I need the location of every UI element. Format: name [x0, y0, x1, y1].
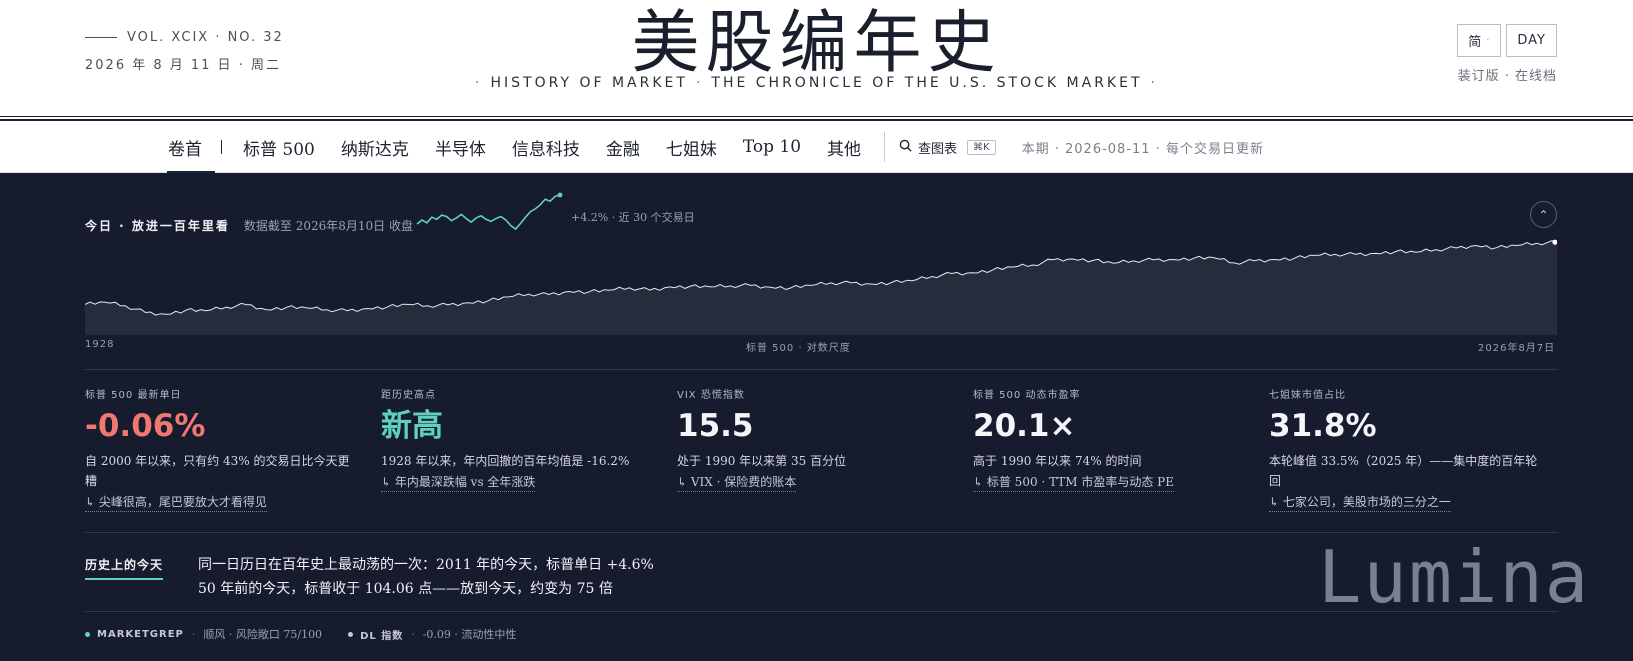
- search-icon: [899, 139, 912, 156]
- sparkline-end-marker: [557, 192, 563, 198]
- stat-description: 自 2000 年以来，只有约 43% 的交易日比今天更糟: [85, 454, 350, 488]
- stat-description: 高于 1990 年以来 74% 的时间: [973, 454, 1142, 468]
- nav-item-home[interactable]: 卷首: [155, 121, 215, 173]
- chevron-up-icon: ⌃: [1538, 207, 1549, 222]
- stat-mag7-share: 七姐妹市值占比 31.8% 本轮峰值 33.5%（2025 年）——集中度的百年…: [1269, 386, 1565, 512]
- section-divider: [85, 611, 1557, 612]
- status-dot-icon: [85, 631, 90, 637]
- nav-item-other[interactable]: 其他: [814, 121, 874, 173]
- issue-info: 本期 · 2026-08-11 · 每个交易日更新: [1021, 141, 1264, 157]
- stat-sp500-daily: 标普 500 最新单日 -0.06% 自 2000 年以来，只有约 43% 的交…: [85, 386, 381, 512]
- chart-search-button[interactable]: 查图表 ⌘K: [899, 138, 996, 157]
- site-title[interactable]: 美股编年史: [0, 6, 1633, 82]
- theme-toggle-button[interactable]: DAY: [1506, 24, 1557, 57]
- status-dot-icon: [348, 631, 354, 637]
- lumina-watermark: Lumina: [1318, 535, 1591, 619]
- shortcut-badge: ⌘K: [967, 139, 996, 155]
- century-line-chart[interactable]: [85, 231, 1557, 335]
- nav-item-finance[interactable]: 金融: [593, 121, 653, 173]
- nav-divider: [884, 132, 886, 162]
- masthead-rule: [0, 116, 1633, 117]
- axis-start-label: 1928: [85, 339, 115, 350]
- stat-label: 距历史高点: [381, 390, 436, 401]
- stat-link[interactable]: ↳ VIX · 保险费的账本: [677, 474, 797, 492]
- stat-label: 标普 500 最新单日: [85, 390, 182, 401]
- nav-item-magnificent-seven[interactable]: 七姐妹: [653, 121, 730, 173]
- stat-value: 15.5: [677, 408, 754, 444]
- stat-value: 31.8%: [1269, 408, 1377, 444]
- stat-forward-pe: 标普 500 动态市盈率 20.1× 高于 1990 年以来 74% 的时间 ↳…: [973, 386, 1269, 512]
- stat-vix: VIX 恐慌指数 15.5 处于 1990 年以来第 35 百分位 ↳ VIX …: [677, 386, 973, 512]
- stat-link[interactable]: ↳ 标普 500 · TTM 市盈率与动态 PE: [973, 474, 1175, 492]
- indicator-footer: MARKETGREP · 顺风 · 风险敞口 75/100 DL 指数 · -0…: [85, 626, 516, 642]
- subtitle-left: HISTORY OF MARKET: [490, 75, 688, 91]
- language-label: 简: [1468, 35, 1483, 50]
- stat-value: 20.1×: [973, 408, 1076, 444]
- stat-label: 七姐妹市值占比: [1269, 390, 1346, 401]
- indicator-value: 顺风 · 风险敞口 75/100: [203, 628, 323, 641]
- stat-label: VIX 恐慌指数: [677, 390, 745, 401]
- stats-row: 标普 500 最新单日 -0.06% 自 2000 年以来，只有约 43% 的交…: [85, 386, 1565, 512]
- language-toggle-button[interactable]: 简 ·: [1457, 24, 1502, 57]
- site-subtitle: · HISTORY OF MARKET · THE CHRONICLE OF THE …: [475, 75, 1158, 91]
- axis-scale-label: 标普 500 · 对数尺度: [746, 343, 851, 354]
- masthead-controls: 简 · DAY 装订版 · 在线档: [1457, 24, 1557, 84]
- sparkline-chart[interactable]: [413, 191, 568, 233]
- nav-item-sp500[interactable]: 标普 500: [230, 121, 328, 173]
- section-divider: [85, 369, 1557, 370]
- indicator-value: -0.09 · 流动性中性: [422, 628, 517, 641]
- sparkline-series-line: [416, 194, 561, 231]
- on-this-day-line: 50 年前的今天，标普收于 104.06 点——放到今天，约变为 75 倍: [198, 581, 613, 597]
- indicator-name[interactable]: MARKETGREP: [97, 629, 184, 640]
- main-nav: 卷首 标普 500 纳斯达克 半导体 信息科技 金融 七姐妹 Top 10 其他…: [0, 121, 1633, 173]
- dot-icon: ·: [1486, 35, 1491, 46]
- nav-item-info-tech[interactable]: 信息科技: [499, 121, 593, 173]
- nav-tick: [221, 140, 222, 154]
- collapse-button[interactable]: ⌃: [1530, 201, 1557, 228]
- stat-description: 1928 年以来，年内回撤的百年均值是 -16.2%: [381, 454, 630, 468]
- on-this-day-text: 同一日历日在百年史上最动荡的一次：2011 年的今天，标普单日 +4.6% 50…: [198, 553, 654, 601]
- subtitle-right: THE CHRONICLE OF THE U.S. STOCK MARKET: [711, 75, 1143, 91]
- on-this-day-line: 同一日历日在百年史上最动荡的一次：2011 年的今天，标普单日 +4.6%: [198, 557, 654, 573]
- today-panel: 今日 · 放进一百年里看 数据截至 2026年8月10日 收盘 +4.2% · …: [0, 173, 1633, 661]
- stat-link[interactable]: ↳ 尖峰很高，尾巴要放大才看得见: [85, 494, 267, 512]
- stat-drawdown: 距历史高点 新高 1928 年以来，年内回撤的百年均值是 -16.2% ↳ 年内…: [381, 386, 677, 512]
- stat-value: 新高: [381, 408, 443, 444]
- axis-end-label: 2026年8月7日: [1478, 343, 1556, 354]
- sparkline-note: +4.2% · 近 30 个交易日: [571, 211, 695, 224]
- edition-label: 装订版 · 在线档: [1457, 69, 1557, 84]
- indicator-name[interactable]: DL 指数: [360, 627, 403, 642]
- nav-item-semiconductor[interactable]: 半导体: [422, 121, 499, 173]
- nav-item-nasdaq[interactable]: 纳斯达克: [328, 121, 422, 173]
- search-label: 查图表: [918, 141, 958, 157]
- stat-value: -0.06%: [85, 408, 206, 444]
- stat-label: 标普 500 动态市盈率: [973, 390, 1081, 401]
- on-this-day-label: 历史上的今天: [85, 556, 164, 580]
- stat-link[interactable]: ↳ 七家公司，美股市场的三分之一: [1269, 494, 1451, 512]
- nav-item-top10[interactable]: Top 10: [730, 121, 814, 173]
- masthead: VOL. XCIX · NO. 32 2026 年 8 月 11 日 · 周二 …: [0, 0, 1633, 117]
- stat-link[interactable]: ↳ 年内最深跌幅 vs 全年涨跌: [381, 474, 536, 492]
- stat-description: 本轮峰值 33.5%（2025 年）——集中度的百年轮回: [1269, 454, 1538, 488]
- stat-description: 处于 1990 年以来第 35 百分位: [677, 454, 847, 468]
- section-divider: [85, 532, 1557, 533]
